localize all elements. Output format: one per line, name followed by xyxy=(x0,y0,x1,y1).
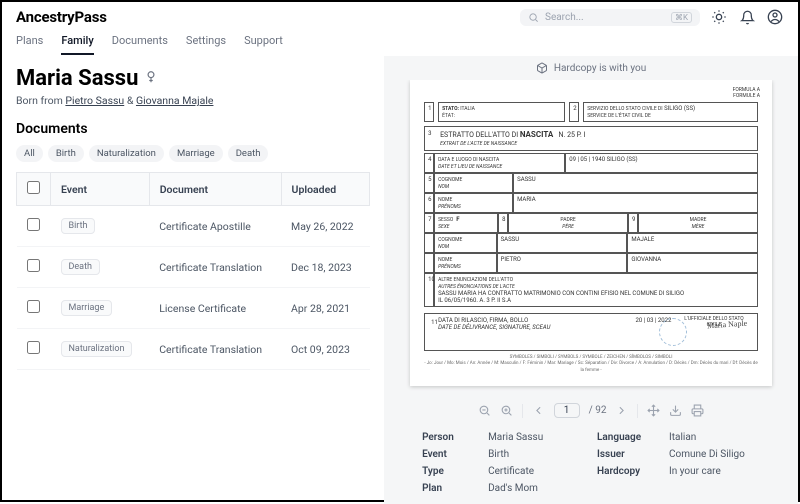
download-icon[interactable] xyxy=(669,404,682,417)
search-placeholder: Search... xyxy=(545,12,584,23)
page-total: / 92 xyxy=(589,405,607,416)
meta-issuer-k: Issuer xyxy=(597,449,661,460)
main-nav: Plans Family Documents Settings Support xyxy=(2,26,798,56)
brand-logo: AncestryPass xyxy=(16,8,107,26)
doc-name: Certificate Translation xyxy=(149,247,281,288)
filter-death[interactable]: Death xyxy=(228,145,269,162)
meta-person-v: Maria Sassu xyxy=(488,432,589,443)
col-document: Document xyxy=(149,173,281,206)
select-all-checkbox[interactable] xyxy=(27,181,40,194)
table-row[interactable]: Death Certificate Translation Dec 18, 20… xyxy=(17,247,370,288)
bell-icon[interactable] xyxy=(738,8,756,26)
filter-naturalization[interactable]: Naturalization xyxy=(89,145,164,162)
row-checkbox[interactable] xyxy=(27,218,40,231)
meta-language-k: Language xyxy=(597,432,661,443)
document-preview: FORMULA A FORMULE A 1 STATO: ITALIA ÉTAT… xyxy=(384,80,798,397)
package-icon xyxy=(536,62,548,74)
next-page-icon[interactable] xyxy=(615,404,628,417)
col-event: Event xyxy=(51,173,150,206)
row-checkbox[interactable] xyxy=(27,341,40,354)
parent-link-2[interactable]: Giovanna Majale xyxy=(136,94,213,107)
table-row[interactable]: Naturalization Certificate Translation O… xyxy=(17,329,370,370)
event-badge: Birth xyxy=(61,218,96,234)
female-icon xyxy=(144,69,158,88)
doc-uploaded: Dec 18, 2023 xyxy=(281,247,370,288)
filter-all[interactable]: All xyxy=(16,145,43,162)
event-badge: Marriage xyxy=(61,300,113,316)
zoom-out-icon[interactable] xyxy=(478,404,491,417)
row-checkbox[interactable] xyxy=(27,259,40,272)
page-number-input[interactable]: 1 xyxy=(554,403,580,418)
meta-plan-k: Plan xyxy=(422,483,480,494)
nav-family[interactable]: Family xyxy=(61,30,93,55)
meta-type-k: Type xyxy=(422,466,480,477)
doc-uploaded: Oct 09, 2023 xyxy=(281,329,370,370)
doc-name: Certificate Translation xyxy=(149,329,281,370)
nav-support[interactable]: Support xyxy=(244,30,283,55)
user-avatar-icon[interactable] xyxy=(766,8,784,26)
documents-heading: Documents xyxy=(16,121,370,137)
document-page: FORMULA A FORMULE A 1 STATO: ITALIA ÉTAT… xyxy=(410,80,772,386)
event-badge: Death xyxy=(61,259,100,275)
parent-link-1[interactable]: Pietro Sassu xyxy=(65,94,124,107)
document-metadata: Person Maria Sassu Language Italian Event B… xyxy=(384,424,798,504)
col-uploaded: Uploaded xyxy=(281,173,370,206)
doc-uploaded: May 26, 2022 xyxy=(281,206,370,247)
born-from-line: Born from Pietro Sassu & Giovanna Majale xyxy=(16,94,370,107)
nav-documents[interactable]: Documents xyxy=(112,30,168,55)
prev-page-icon[interactable] xyxy=(532,404,545,417)
page-title: Maria Sassu xyxy=(16,66,138,91)
nav-settings[interactable]: Settings xyxy=(186,30,226,55)
meta-type-v: Certificate xyxy=(488,466,589,477)
meta-issuer-v: Comune Di Siligo xyxy=(669,449,770,460)
viewer-toolbar: 1 / 92 xyxy=(384,397,798,424)
table-row[interactable]: Birth Certificate Apostille May 26, 2022 xyxy=(17,206,370,247)
zoom-in-icon[interactable] xyxy=(500,404,513,417)
event-badge: Naturalization xyxy=(61,341,133,357)
formula-label: FORMULA A FORMULE A xyxy=(733,88,760,99)
filter-marriage[interactable]: Marriage xyxy=(169,145,223,162)
meta-event-k: Event xyxy=(422,449,480,460)
print-icon[interactable] xyxy=(691,404,704,417)
hardcopy-status-bar: Hardcopy is with you xyxy=(384,56,798,80)
doc-uploaded: Apr 28, 2021 xyxy=(281,288,370,329)
meta-person-k: Person xyxy=(422,432,480,443)
doc-name: Certificate Apostille xyxy=(149,206,281,247)
meta-language-v: Italian xyxy=(669,432,770,443)
search-icon xyxy=(528,12,539,23)
search-input[interactable]: Search... ⌘K xyxy=(520,9,700,26)
search-kbd: ⌘K xyxy=(671,12,692,23)
meta-hardcopy-v: In your care xyxy=(669,466,770,477)
move-icon[interactable] xyxy=(647,404,660,417)
meta-plan-v: Dad's Mom xyxy=(488,483,589,494)
theme-icon[interactable] xyxy=(710,8,728,26)
documents-table: Event Document Uploaded Birth Certificat… xyxy=(16,172,370,370)
meta-hardcopy-k: Hardcopy xyxy=(597,466,661,477)
table-row[interactable]: Marriage License Certificate Apr 28, 202… xyxy=(17,288,370,329)
filter-birth[interactable]: Birth xyxy=(48,145,84,162)
row-checkbox[interactable] xyxy=(27,300,40,313)
doc-name: License Certificate xyxy=(149,288,281,329)
meta-event-v: Birth xyxy=(488,449,589,460)
nav-plans[interactable]: Plans xyxy=(16,30,43,55)
